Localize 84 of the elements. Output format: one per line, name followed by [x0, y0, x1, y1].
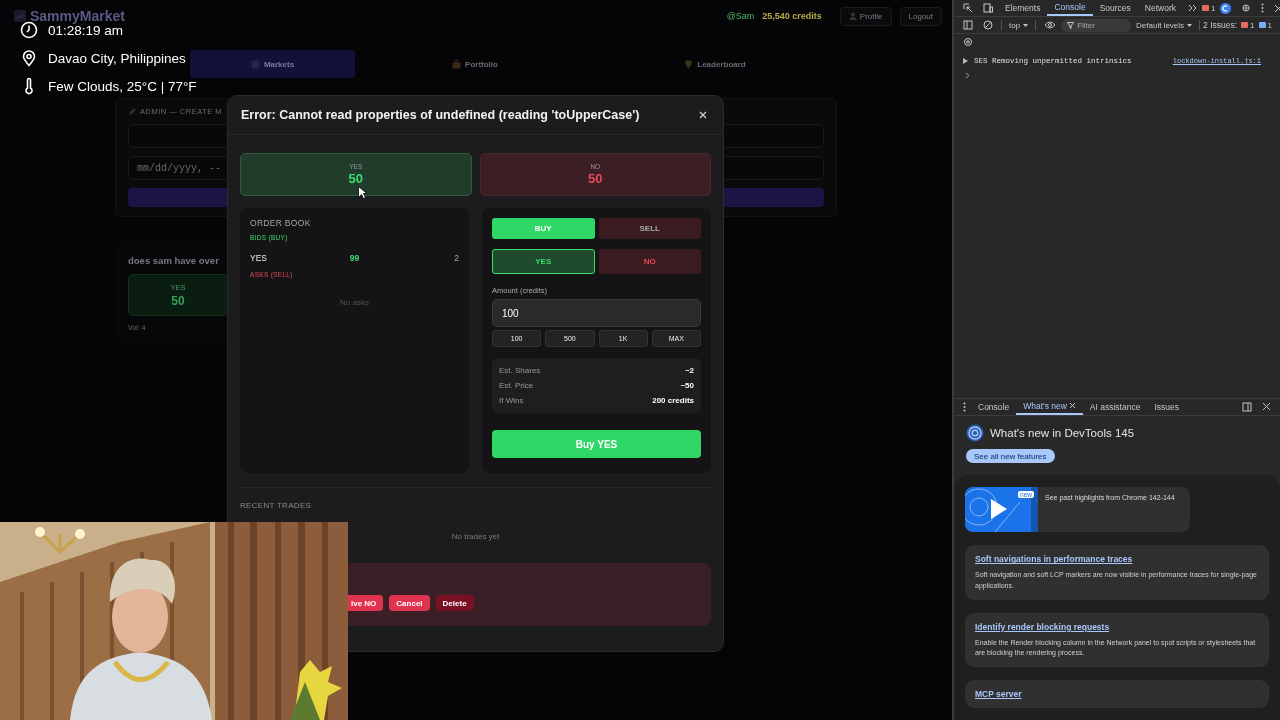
clear-icon	[983, 20, 993, 30]
more-icon	[1261, 3, 1265, 13]
levels-dropdown[interactable]: Default levels	[1132, 20, 1197, 30]
estimate-label: Est. Shares	[499, 366, 541, 375]
cancel-button[interactable]: Cancel	[389, 595, 430, 611]
eye-icon	[1044, 21, 1057, 29]
feature-link[interactable]: Soft navigations in performance traces	[975, 554, 1259, 565]
error-icon	[1202, 5, 1209, 11]
issue-count: 1	[1250, 20, 1255, 30]
outcome-price: 50	[588, 171, 603, 186]
market-question: does sam have over	[128, 255, 219, 266]
panel-tab[interactable]: Console	[1047, 0, 1093, 16]
panel-title: ORDER BOOK	[250, 218, 312, 228]
close-icon	[699, 111, 707, 119]
trophy-icon	[684, 59, 694, 69]
outcome-toggle[interactable]: YES	[492, 249, 595, 274]
person-icon	[848, 12, 857, 20]
modal-title: Error: Cannot read properties of undefined (reading 'toUpperCase')	[241, 108, 640, 122]
price-value: 50	[171, 293, 185, 308]
error-icon	[1241, 22, 1249, 28]
delete-button[interactable]: Delete	[435, 595, 474, 611]
drawer-tab[interactable]: AI assistance	[1082, 399, 1148, 415]
settings-icon	[963, 37, 973, 47]
location-text: Davao City, Philippines	[48, 50, 186, 66]
context-dropdown[interactable]: top	[1005, 20, 1033, 30]
profile-button[interactable]: Profile	[839, 6, 892, 26]
location-pin-icon	[20, 49, 38, 67]
more-icon	[963, 401, 966, 412]
nav-tab[interactable]: Leaderboard	[595, 50, 835, 78]
briefcase-icon	[452, 59, 462, 69]
close-icon	[1262, 402, 1271, 412]
feature-link[interactable]: MCP server	[975, 689, 1259, 699]
estimate-value: 200 credits	[652, 396, 694, 405]
dock-icon	[1242, 401, 1252, 412]
amount-field[interactable]: 100	[492, 299, 701, 327]
brand-name: SammyMarket	[30, 8, 125, 24]
bid-quantity: 2	[453, 253, 459, 263]
circle-icon	[1220, 2, 1232, 14]
panel-tab[interactable]: Elements	[998, 0, 1048, 16]
drawer-tab[interactable]: Console	[971, 399, 1017, 415]
device-icon	[983, 3, 993, 13]
drawer-tab[interactable]: Issues	[1147, 399, 1186, 415]
feature-link[interactable]: Identify render blocking requests	[975, 621, 1259, 632]
settings-icon	[1241, 3, 1252, 13]
close-button[interactable]	[697, 109, 709, 121]
error-count: 1	[1211, 3, 1216, 13]
bid-outcome: YES	[250, 253, 268, 263]
drawer-tab[interactable]: What's new	[1016, 399, 1083, 415]
sidebar-icon	[963, 20, 973, 30]
issue-count: 1	[1267, 20, 1272, 30]
side-toggle[interactable]: SELL	[598, 218, 701, 239]
close-icon	[1068, 401, 1076, 409]
panel-heading: What's new in DevTools 145	[990, 426, 1135, 439]
nav-tab[interactable]: Portfolio	[355, 50, 595, 78]
estimate-label: Est. Price	[499, 381, 534, 390]
expand-icon	[963, 58, 968, 64]
outcome-toggle[interactable]: NO	[598, 249, 701, 274]
section-title: RECENT TRADES	[240, 501, 312, 510]
caret-icon	[1187, 23, 1193, 27]
inspect-icon	[963, 3, 973, 13]
empty-message: No trades yet	[451, 532, 500, 541]
info-icon	[1258, 22, 1266, 28]
panel-tab[interactable]: Sources	[1092, 0, 1138, 16]
estimate-value: ~2	[684, 366, 694, 375]
weather-text: Few Clouds, 25°C | 77°F	[48, 78, 197, 94]
nav-tab[interactable]: Markets	[190, 50, 355, 78]
prompt-icon	[965, 72, 970, 79]
chevrons-icon	[1188, 4, 1197, 12]
outcome-price: 50	[348, 171, 363, 186]
issues-label: 2 Issues:	[1203, 20, 1238, 30]
pencil-icon	[128, 107, 136, 116]
close-icon	[1274, 3, 1280, 13]
bid-price: 99	[348, 253, 361, 263]
filter-icon	[1067, 21, 1075, 29]
filter-field[interactable]: Filter	[1061, 18, 1132, 32]
panel-tab[interactable]: Network	[1137, 0, 1183, 16]
logout-button[interactable]: Logout	[899, 6, 942, 26]
estimate-value: ~50	[680, 381, 694, 390]
username: @Sam	[726, 11, 755, 21]
estimate-label: If Wins	[499, 396, 524, 405]
caret-icon	[1023, 23, 1029, 27]
see-features-button[interactable]: See all new features	[966, 448, 1055, 464]
cursor-icon	[358, 186, 367, 199]
credits-balance: 25,540 credits	[762, 11, 822, 21]
